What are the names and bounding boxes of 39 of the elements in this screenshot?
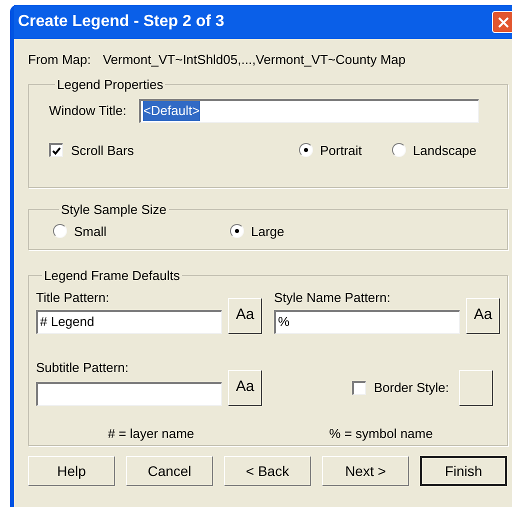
radio-button[interactable]: [53, 224, 67, 238]
close-icon: [498, 16, 508, 28]
field-label: Style Name Pattern:: [274, 288, 392, 304]
group-title: Legend Properties: [56, 76, 164, 94]
radio-label: Portrait: [320, 142, 362, 160]
window-title-field[interactable]: <Default>: [139, 98, 480, 122]
dialog-button[interactable]: Cancel: [126, 456, 213, 486]
window-title: Create Legend - Step 2 of 3: [18, 12, 226, 32]
subtitle-pattern-field[interactable]: [36, 382, 222, 406]
radio-label: Large: [251, 222, 284, 241]
title-pattern-field[interactable]: # Legend: [36, 310, 222, 334]
hint-text: # = layer name: [108, 424, 194, 443]
dialog-button[interactable]: Help: [28, 456, 115, 486]
field-label: Window Title:: [49, 102, 126, 120]
close-button[interactable]: [492, 11, 512, 33]
border-style-button[interactable]: [459, 370, 493, 406]
radio-button[interactable]: [299, 143, 313, 158]
radio-label: Landscape: [412, 142, 477, 160]
font-button[interactable]: Aa: [228, 298, 262, 334]
from-map-label: From Map:: [28, 51, 91, 70]
checkbox[interactable]: [352, 380, 366, 394]
from-map-value: Vermont_VT~IntShld05,...,Vermont_VT~County Map: [102, 51, 406, 70]
dialog-button[interactable]: < Back: [224, 456, 311, 486]
field-label: Subtitle Pattern:: [36, 358, 130, 374]
hint-text: % = symbol name: [329, 424, 433, 443]
radio-button[interactable]: [392, 143, 406, 158]
checkbox-label: Border Style:: [374, 378, 449, 397]
radio-label: Small: [74, 222, 107, 240]
font-button[interactable]: Aa: [228, 370, 262, 406]
group-title: Legend Frame Defaults: [43, 267, 181, 285]
group-title: Style Sample Size: [60, 201, 168, 219]
field-label: Title Pattern:: [36, 288, 110, 304]
style-name-pattern-field[interactable]: %: [274, 310, 460, 334]
checkbox[interactable]: [49, 143, 63, 158]
radio-button[interactable]: [230, 224, 244, 238]
dialog-button[interactable]: Finish: [420, 456, 507, 486]
dialog-button[interactable]: Next >: [322, 456, 409, 486]
checkbox-label: Scroll Bars: [71, 142, 134, 160]
font-button[interactable]: Aa: [466, 298, 500, 334]
